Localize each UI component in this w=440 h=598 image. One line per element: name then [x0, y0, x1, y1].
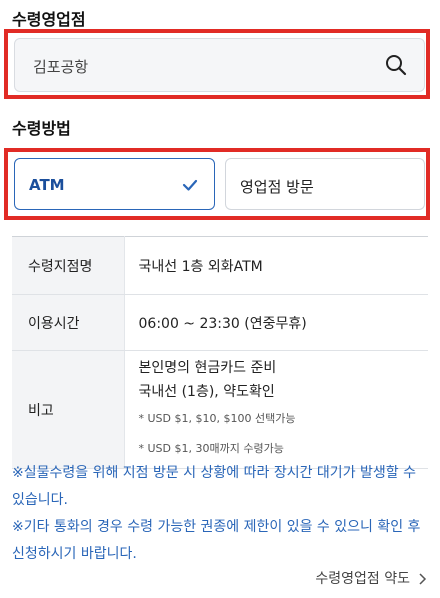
- method-visit-button[interactable]: 영업점 방문: [225, 158, 425, 210]
- notice-denomination: ※기타 통화의 경우 수령 가능한 권종에 제한이 있을 수 있으니 확인 후 …: [12, 519, 421, 562]
- row-header-hours: 이용시간: [12, 294, 124, 351]
- remark-small-line: * USD $1, $10, $100 선택가능: [138, 411, 296, 425]
- row-header-remarks: 비고: [12, 350, 124, 469]
- pickup-info-table: 수령지점명 국내선 1층 외화ATM 이용시간 06:00 ~ 23:30 (연…: [12, 236, 428, 469]
- remark-line: 본인명의 현금카드 준비: [138, 359, 277, 376]
- table-row: 이용시간 06:00 ~ 23:30 (연중무휴): [12, 294, 428, 351]
- method-atm-label: ATM: [29, 176, 65, 194]
- branch-search-value: 김포공항: [33, 58, 89, 76]
- notice-wait-time: ※실물수령을 위해 지점 방문 시 상황에 따라 장시간 대기가 발생할 수 있…: [12, 465, 416, 508]
- branch-search-field[interactable]: 김포공항: [14, 38, 425, 92]
- row-value-location: 국내선 1층 외화ATM: [123, 236, 428, 295]
- method-section-title: 수령방법: [12, 119, 71, 138]
- table-row: 비고 본인명의 현금카드 준비 국내선 (1층), 약도확인 * USD $1,…: [12, 350, 428, 469]
- row-value-hours: 06:00 ~ 23:30 (연중무휴): [123, 294, 428, 351]
- remark-line: 국내선 (1층), 약도확인: [138, 383, 275, 400]
- row-header-location: 수령지점명: [12, 236, 124, 295]
- method-visit-label: 영업점 방문: [240, 178, 314, 196]
- search-icon[interactable]: [384, 53, 408, 77]
- chevron-right-icon: [419, 573, 427, 585]
- branch-map-link[interactable]: 수령영업점 약도: [315, 568, 428, 588]
- branch-section-title: 수령영업점: [12, 10, 86, 29]
- table-row: 수령지점명 국내선 1층 외화ATM: [12, 236, 428, 295]
- remark-small-line: * USD $1, 30매까지 수령가능: [138, 441, 284, 455]
- check-icon: [182, 179, 198, 191]
- branch-map-link-label: 수령영업점 약도: [315, 571, 410, 587]
- row-value-remarks: 본인명의 현금카드 준비 국내선 (1층), 약도확인 * USD $1, $1…: [123, 350, 428, 469]
- method-atm-button[interactable]: ATM: [14, 158, 215, 210]
